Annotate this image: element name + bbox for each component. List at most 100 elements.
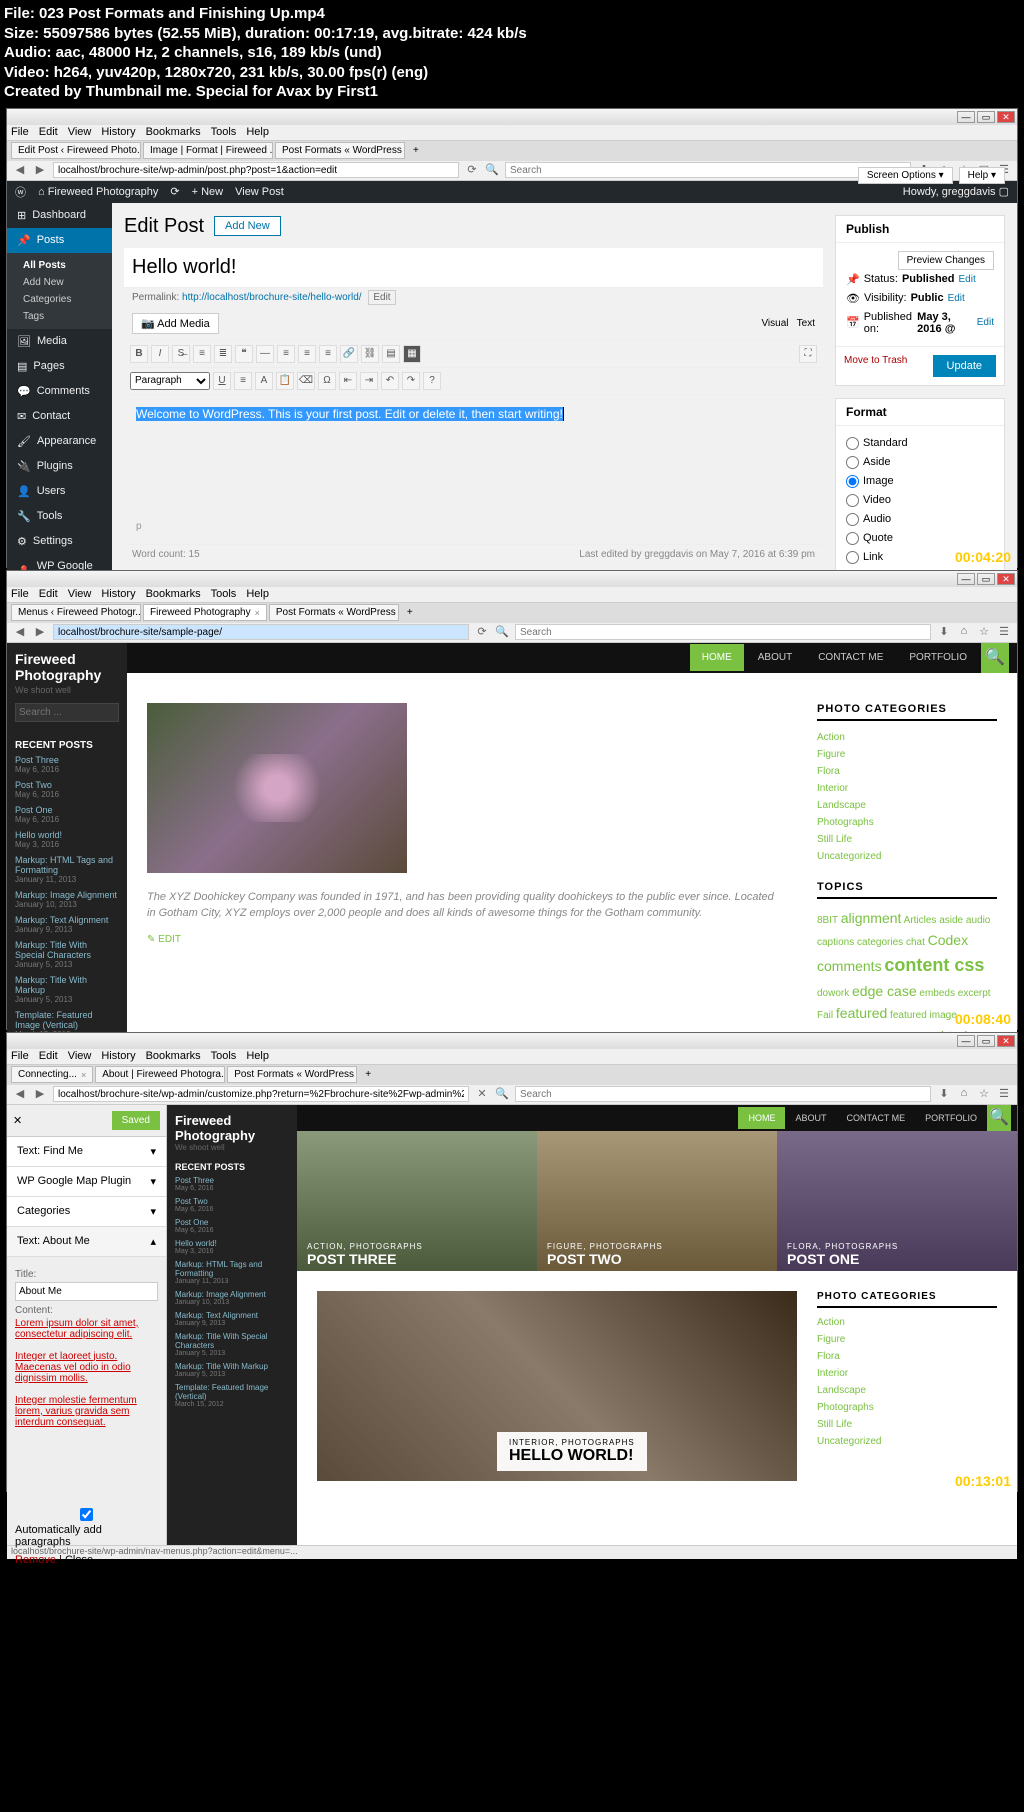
permalink-edit-button[interactable]: Edit (368, 290, 395, 305)
status-edit[interactable]: Edit (959, 274, 976, 285)
bold-icon[interactable]: B (130, 345, 148, 363)
align-center-icon[interactable]: ≡ (298, 345, 316, 363)
new-tab-button[interactable]: + (407, 145, 425, 156)
format-radio[interactable] (846, 532, 859, 545)
browser-tab[interactable]: Fireweed Photography× (143, 604, 267, 621)
stop-icon[interactable]: ✕ (475, 1087, 489, 1101)
nav-portfolio[interactable]: PORTFOLIO (897, 644, 979, 671)
sidebar-pages[interactable]: ▤ Pages (7, 354, 112, 379)
edit-link[interactable]: ✎ EDIT (147, 934, 777, 945)
search-input[interactable] (505, 162, 911, 178)
clear-icon[interactable]: ⌫ (297, 372, 315, 390)
color-icon[interactable]: A (255, 372, 273, 390)
browser-tab[interactable]: Post Formats « WordPress ...× (269, 604, 399, 621)
hero-card[interactable]: FLORA, PHOTOGRAPHSPOST ONE (777, 1131, 1017, 1271)
section-aboutme[interactable]: Text: About Me▴ (7, 1227, 166, 1257)
italic-icon[interactable]: I (151, 345, 169, 363)
saved-button[interactable]: Saved (112, 1111, 160, 1130)
sidebar-settings[interactable]: ⚙ Settings (7, 529, 112, 554)
sidebar-posts[interactable]: 📌 Posts (7, 228, 112, 253)
search-input[interactable] (515, 624, 931, 640)
back-icon[interactable]: ◀ (13, 1087, 27, 1101)
widget-content[interactable]: Lorem ipsum dolor sit amet, consectetur … (15, 1318, 158, 1428)
address-input[interactable] (53, 624, 469, 640)
indent-icon[interactable]: ⇥ (360, 372, 378, 390)
paste-icon[interactable]: 📋 (276, 372, 294, 390)
redo-icon[interactable]: ↷ (402, 372, 420, 390)
browser-tab[interactable]: Image | Format | Fireweed ...× (143, 142, 273, 159)
sidebar-add-new[interactable]: Add New (7, 274, 112, 291)
maximize-button[interactable]: ▭ (977, 111, 995, 123)
ul-icon[interactable]: ≡ (193, 345, 211, 363)
update-button[interactable]: Update (933, 355, 996, 377)
avatar-icon[interactable]: ▢ (999, 186, 1009, 198)
close-customizer-icon[interactable]: ✕ (13, 1114, 22, 1127)
widget-title-input[interactable] (15, 1282, 158, 1301)
forward-icon[interactable]: ▶ (33, 163, 47, 177)
section-findme[interactable]: Text: Find Me▾ (7, 1137, 166, 1167)
paragraph-select[interactable]: Paragraph (130, 372, 210, 390)
forward-icon[interactable]: ▶ (33, 625, 47, 639)
view-post-link[interactable]: View Post (235, 186, 284, 198)
sidebar-media[interactable]: 🖼 Media (7, 329, 112, 354)
unlink-icon[interactable]: ⛓ (361, 345, 379, 363)
menu-file[interactable]: File (11, 126, 29, 138)
sidebar-comments[interactable]: 💬 Comments (7, 379, 112, 404)
new-tab-button[interactable]: + (359, 1069, 377, 1080)
back-icon[interactable]: ◀ (13, 625, 27, 639)
site-title[interactable]: Fireweed Photography (15, 651, 119, 683)
help-icon[interactable]: ? (423, 372, 441, 390)
browser-tab[interactable]: Connecting...× (11, 1066, 93, 1083)
nav-home[interactable]: HOME (738, 1107, 785, 1129)
nav-portfolio[interactable]: PORTFOLIO (915, 1107, 987, 1129)
close-button[interactable]: ✕ (997, 573, 1015, 585)
more-icon[interactable]: ▤ (382, 345, 400, 363)
date-edit[interactable]: Edit (977, 317, 994, 328)
format-radio[interactable] (846, 551, 859, 564)
sidebar-categories[interactable]: Categories (7, 291, 112, 308)
autop-checkbox[interactable] (15, 1508, 158, 1521)
search-input[interactable] (515, 1086, 931, 1102)
outdent-icon[interactable]: ⇤ (339, 372, 357, 390)
strike-icon[interactable]: S̶ (172, 345, 190, 363)
editor-content[interactable]: Welcome to WordPress. This is your first… (124, 395, 823, 544)
wp-logo-icon[interactable]: ⓦ (15, 184, 26, 200)
hero-card[interactable]: ACTION, PHOTOGRAPHSPOST THREE (297, 1131, 537, 1271)
fullscreen-icon[interactable]: ⛶ (799, 345, 817, 363)
undo-icon[interactable]: ↶ (381, 372, 399, 390)
back-icon[interactable]: ◀ (13, 163, 27, 177)
new-tab-button[interactable]: + (401, 607, 419, 618)
sidebar-appearance[interactable]: 🖌 Appearance (7, 429, 112, 454)
menu-history[interactable]: History (101, 126, 135, 138)
updates-icon[interactable]: ⟳ (170, 185, 179, 198)
new-link[interactable]: + New (192, 186, 224, 198)
visibility-edit[interactable]: Edit (948, 293, 965, 304)
align-right-icon[interactable]: ≡ (319, 345, 337, 363)
site-link[interactable]: ⌂ Fireweed Photography (38, 186, 158, 198)
section-gmap[interactable]: WP Google Map Plugin▾ (7, 1167, 166, 1197)
quote-icon[interactable]: ❝ (235, 345, 253, 363)
close-button[interactable]: ✕ (997, 111, 1015, 123)
menu-tools[interactable]: Tools (211, 126, 237, 138)
browser-tab[interactable]: About | Fireweed Photogra...× (95, 1066, 225, 1083)
text-tab[interactable]: Text (797, 318, 815, 329)
format-radio[interactable] (846, 494, 859, 507)
browser-tab[interactable]: Menus ‹ Fireweed Photogr...× (11, 604, 141, 621)
nav-about[interactable]: ABOUT (746, 644, 804, 671)
menu-help[interactable]: Help (246, 126, 269, 138)
minimize-button[interactable]: — (957, 573, 975, 585)
hero-card[interactable]: FIGURE, PHOTOGRAPHSPOST TWO (537, 1131, 777, 1271)
sidebar-all-posts[interactable]: All Posts (7, 257, 112, 274)
nav-home[interactable]: HOME (690, 644, 744, 671)
link-icon[interactable]: 🔗 (340, 345, 358, 363)
reload-icon[interactable]: ⟳ (475, 625, 489, 639)
permalink-link[interactable]: http://localhost/brochure-site/hello-wor… (182, 292, 362, 303)
sidebar-dashboard[interactable]: ⊞ Dashboard (7, 203, 112, 228)
sidebar-users[interactable]: 👤 Users (7, 479, 112, 504)
sidebar-contact[interactable]: ✉ Contact (7, 404, 112, 429)
format-radio[interactable] (846, 437, 859, 450)
search-icon[interactable]: 🔍 (987, 1105, 1011, 1131)
browser-tab[interactable]: Post Formats « WordPress ...× (275, 142, 405, 159)
search-input[interactable] (15, 703, 119, 722)
address-input[interactable] (53, 1086, 469, 1102)
